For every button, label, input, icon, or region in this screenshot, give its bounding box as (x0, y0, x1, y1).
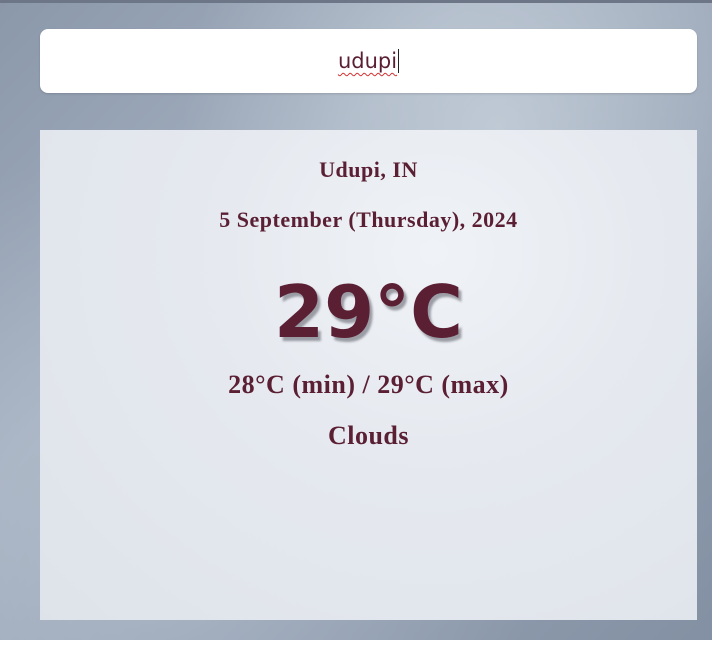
search-input[interactable] (40, 29, 697, 93)
date-label: 5 September (Thursday), 2024 (219, 207, 518, 232)
window-top-edge (0, 0, 712, 3)
current-temperature: 29°C (273, 270, 464, 354)
weather-card: Udupi, IN 5 September (Thursday), 2024 2… (40, 130, 697, 620)
window-bottom-edge (0, 640, 712, 648)
weather-condition: Clouds (327, 421, 410, 450)
search-box[interactable]: udupi (40, 29, 697, 93)
location-label: Udupi, IN (319, 157, 418, 182)
min-max-temperature: 28°C (min) / 29°C (max) (228, 370, 509, 399)
